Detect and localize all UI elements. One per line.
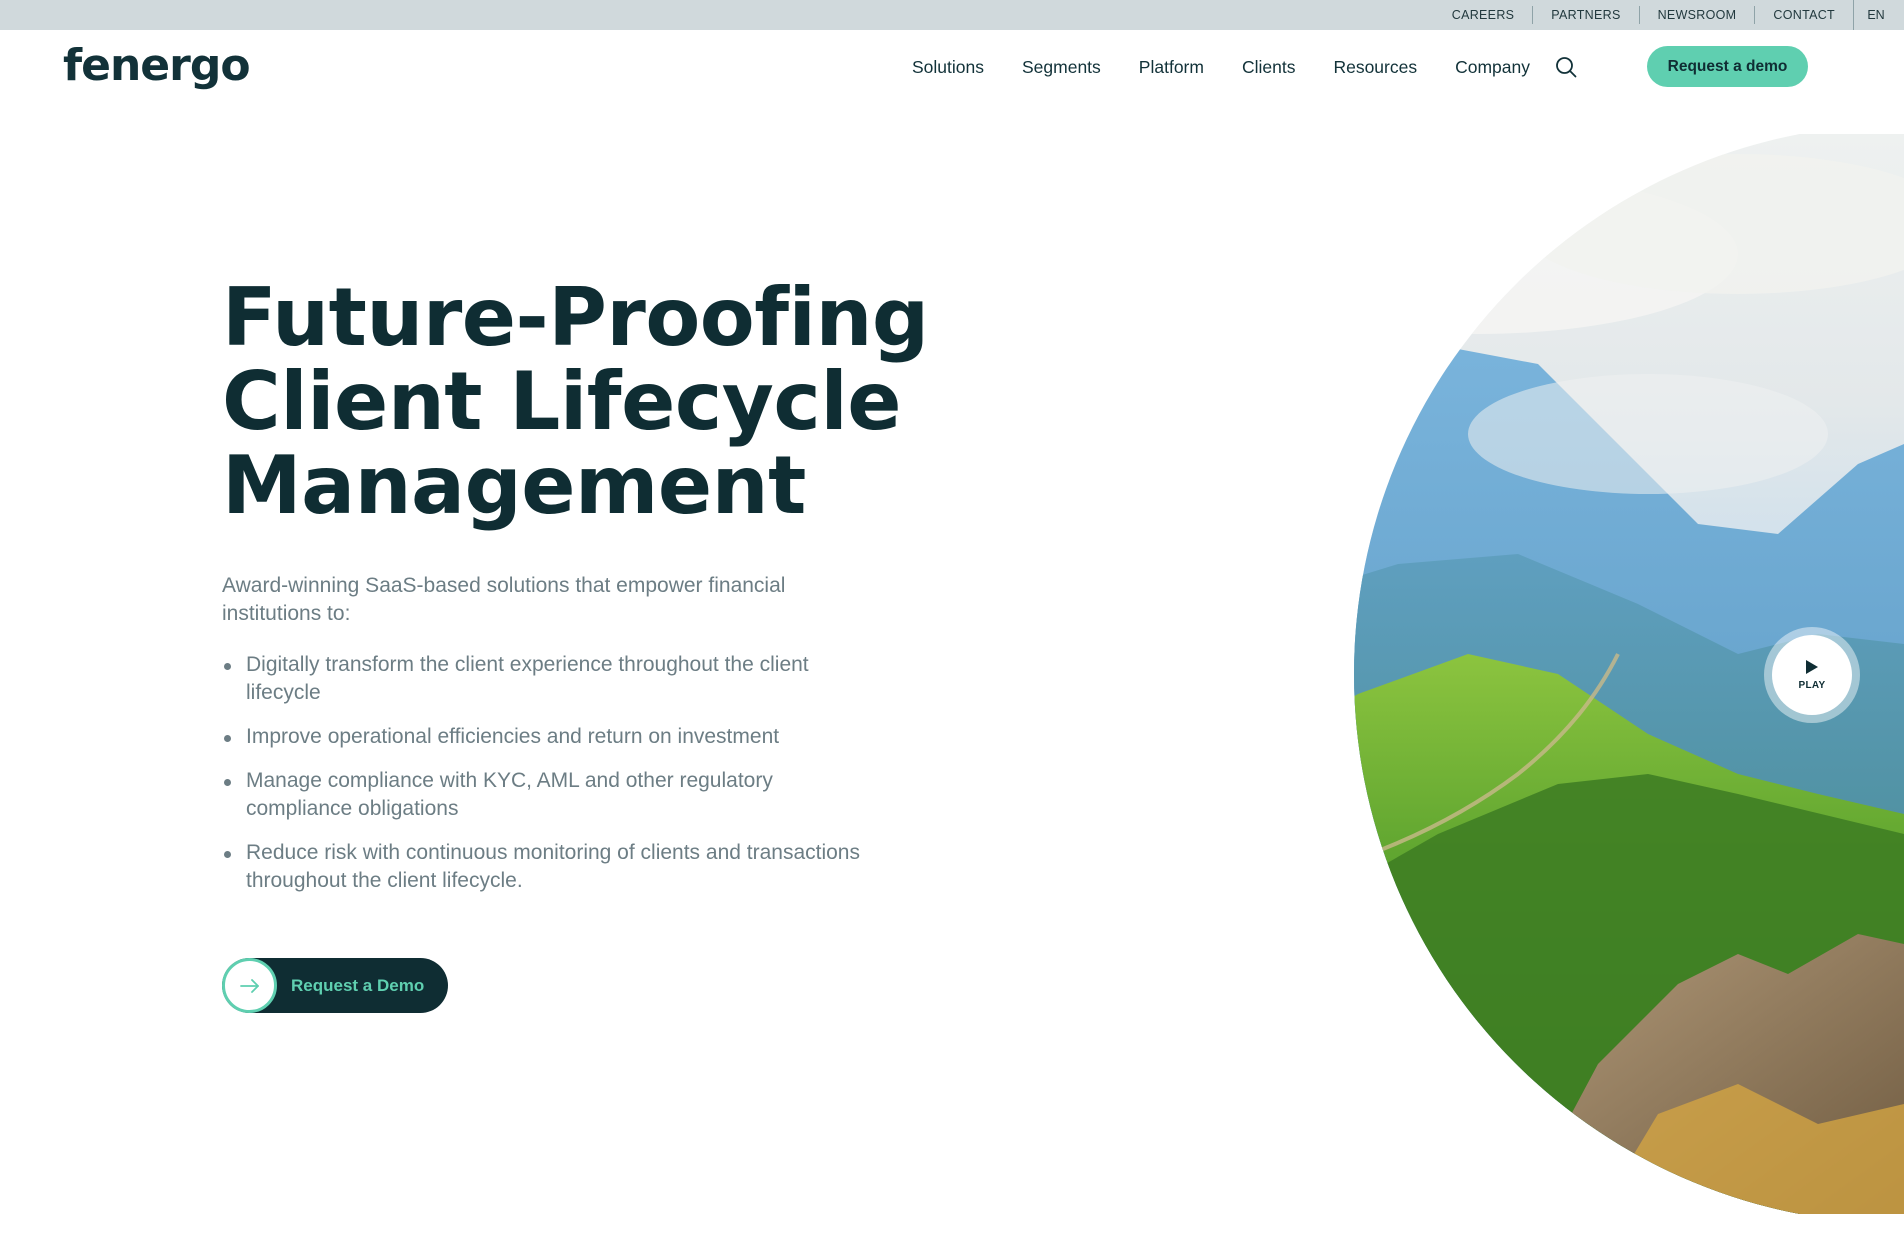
request-demo-button-hero[interactable]: Request a Demo [222, 958, 448, 1013]
logo-text: fenergo [63, 40, 251, 91]
utility-bar: CAREERS PARTNERS NEWSROOM CONTACT EN [0, 0, 1904, 30]
list-item: Improve operational efficiencies and ret… [222, 723, 862, 751]
request-demo-label: Request a Demo [291, 975, 425, 995]
nav-item-solutions[interactable]: Solutions [912, 57, 984, 78]
list-item: Manage compliance with KYC, AML and othe… [222, 767, 862, 823]
utility-links: CAREERS PARTNERS NEWSROOM CONTACT EN [1434, 0, 1904, 30]
logo[interactable]: fenergo [63, 43, 266, 89]
hero-intro: Award-winning SaaS-based solutions that … [222, 574, 786, 625]
request-demo-button-header[interactable]: Request a demo [1647, 46, 1808, 87]
language-selector[interactable]: EN [1854, 8, 1904, 22]
nav-item-clients[interactable]: Clients [1242, 57, 1296, 78]
utility-link-partners[interactable]: PARTNERS [1533, 6, 1640, 24]
video-play-button[interactable]: PLAY [1764, 627, 1860, 723]
play-icon [1806, 660, 1818, 674]
nav-item-company[interactable]: Company [1455, 57, 1530, 78]
play-button-inner: PLAY [1772, 635, 1852, 715]
utility-link-newsroom[interactable]: NEWSROOM [1640, 6, 1756, 24]
nav-item-resources[interactable]: Resources [1333, 57, 1417, 78]
arrow-right-icon [222, 958, 277, 1013]
hero-title: Future-Proofing Client Lifecycle Managem… [222, 276, 942, 528]
hero-benefits-list: Digitally transform the client experienc… [222, 651, 862, 911]
primary-nav: Solutions Segments Platform Clients Reso… [912, 30, 1580, 104]
hero-title-line: Client Lifecycle [222, 355, 902, 448]
utility-link-careers[interactable]: CAREERS [1434, 6, 1534, 24]
utility-link-contact[interactable]: CONTACT [1755, 6, 1853, 24]
play-label: PLAY [1798, 680, 1826, 691]
hero-title-line: Management [222, 439, 806, 532]
list-item: Digitally transform the client experienc… [222, 651, 862, 707]
nav-item-segments[interactable]: Segments [1022, 57, 1101, 78]
search-icon[interactable] [1552, 53, 1580, 81]
main-header: fenergo Solutions Segments Platform Clie… [0, 30, 1904, 104]
list-item: Reduce risk with continuous monitoring o… [222, 839, 862, 895]
hero-title-line: Future-Proofing [222, 271, 929, 364]
nav-item-platform[interactable]: Platform [1139, 57, 1204, 78]
